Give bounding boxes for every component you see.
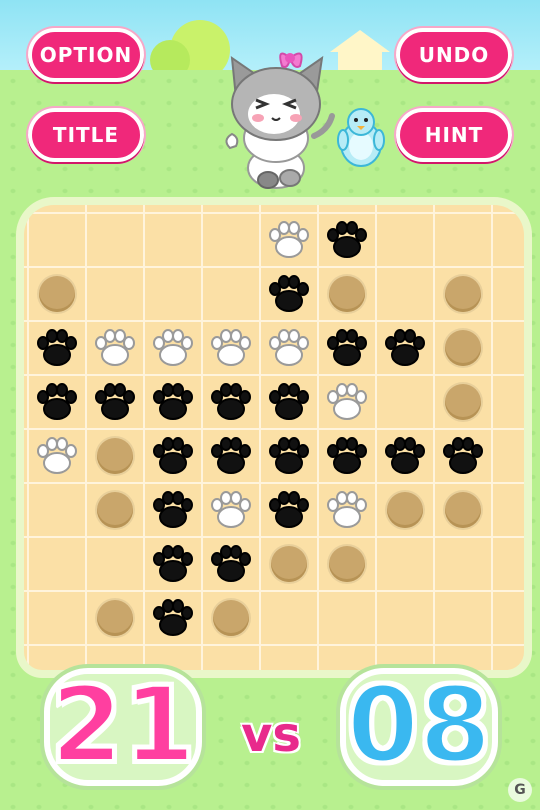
board-cell[interactable]	[28, 483, 86, 537]
move-hole[interactable]	[86, 591, 144, 645]
black-paw-icon	[202, 429, 260, 483]
opponent-score: 08	[345, 662, 494, 788]
watermark-logo: G	[508, 778, 532, 802]
title-button[interactable]: TITLE	[28, 108, 144, 162]
black-paw-icon	[144, 537, 202, 591]
board-grid	[24, 205, 524, 670]
player-score: 21	[49, 662, 198, 788]
board-cell[interactable]	[28, 591, 86, 645]
move-hole[interactable]	[86, 483, 144, 537]
white-paw-icon	[202, 321, 260, 375]
board-cell[interactable]	[86, 537, 144, 591]
hole-icon[interactable]	[97, 600, 133, 636]
board-cell[interactable]	[144, 267, 202, 321]
black-paw-icon	[86, 375, 144, 429]
move-hole[interactable]	[434, 483, 492, 537]
hole-icon[interactable]	[445, 276, 481, 312]
black-paw-icon	[260, 483, 318, 537]
board-cell[interactable]	[318, 591, 376, 645]
black-paw-icon	[28, 375, 86, 429]
white-paw-icon	[260, 213, 318, 267]
hole-icon[interactable]	[329, 276, 365, 312]
move-hole[interactable]	[260, 537, 318, 591]
white-paw-icon	[318, 483, 376, 537]
board-cell[interactable]	[376, 267, 434, 321]
hole-icon[interactable]	[271, 546, 307, 582]
vs-label: vs	[241, 707, 301, 763]
move-hole[interactable]	[434, 375, 492, 429]
black-paw-icon	[260, 267, 318, 321]
white-paw-icon	[86, 321, 144, 375]
move-hole[interactable]	[86, 429, 144, 483]
board-cell[interactable]	[28, 537, 86, 591]
hole-icon[interactable]	[387, 492, 423, 528]
board-cell[interactable]	[86, 267, 144, 321]
black-paw-icon	[318, 429, 376, 483]
board-cell[interactable]	[376, 591, 434, 645]
hint-button[interactable]: HINT	[396, 108, 512, 162]
option-button[interactable]: OPTION	[28, 28, 144, 82]
move-hole[interactable]	[318, 537, 376, 591]
black-paw-icon	[144, 483, 202, 537]
board-cell[interactable]	[28, 213, 86, 267]
black-paw-icon	[376, 321, 434, 375]
black-paw-icon	[202, 375, 260, 429]
board-cell[interactable]	[434, 537, 492, 591]
game-board	[24, 205, 524, 670]
board-cell[interactable]	[376, 213, 434, 267]
move-hole[interactable]	[202, 591, 260, 645]
move-hole[interactable]	[434, 321, 492, 375]
black-paw-icon	[318, 213, 376, 267]
hole-icon[interactable]	[329, 546, 365, 582]
black-paw-icon	[260, 375, 318, 429]
move-hole[interactable]	[434, 267, 492, 321]
board-cell[interactable]	[144, 213, 202, 267]
white-paw-icon	[28, 429, 86, 483]
move-hole[interactable]	[318, 267, 376, 321]
board-cell[interactable]	[434, 213, 492, 267]
bird-mascot-icon	[337, 108, 385, 167]
board-cell[interactable]	[202, 267, 260, 321]
black-paw-icon	[144, 591, 202, 645]
hole-icon[interactable]	[97, 492, 133, 528]
black-paw-icon	[434, 429, 492, 483]
board-cell[interactable]	[376, 375, 434, 429]
hole-icon[interactable]	[445, 330, 481, 366]
board-cell[interactable]	[376, 537, 434, 591]
hole-icon[interactable]	[213, 600, 249, 636]
board-cell[interactable]	[434, 591, 492, 645]
white-paw-icon	[202, 483, 260, 537]
black-paw-icon	[144, 375, 202, 429]
board-cell[interactable]	[86, 213, 144, 267]
hole-icon[interactable]	[39, 276, 75, 312]
hole-icon[interactable]	[445, 384, 481, 420]
hole-icon[interactable]	[445, 492, 481, 528]
black-paw-icon	[376, 429, 434, 483]
white-paw-icon	[318, 375, 376, 429]
white-paw-icon	[260, 321, 318, 375]
undo-button[interactable]: UNDO	[396, 28, 512, 82]
black-paw-icon	[28, 321, 86, 375]
cat-mascot-icon	[225, 52, 335, 189]
board-cell[interactable]	[202, 213, 260, 267]
black-paw-icon	[202, 537, 260, 591]
board-cell[interactable]	[260, 591, 318, 645]
hole-icon[interactable]	[97, 438, 133, 474]
move-hole[interactable]	[376, 483, 434, 537]
white-paw-icon	[144, 321, 202, 375]
black-paw-icon	[260, 429, 318, 483]
black-paw-icon	[144, 429, 202, 483]
background-house	[330, 30, 390, 76]
move-hole[interactable]	[28, 267, 86, 321]
black-paw-icon	[318, 321, 376, 375]
